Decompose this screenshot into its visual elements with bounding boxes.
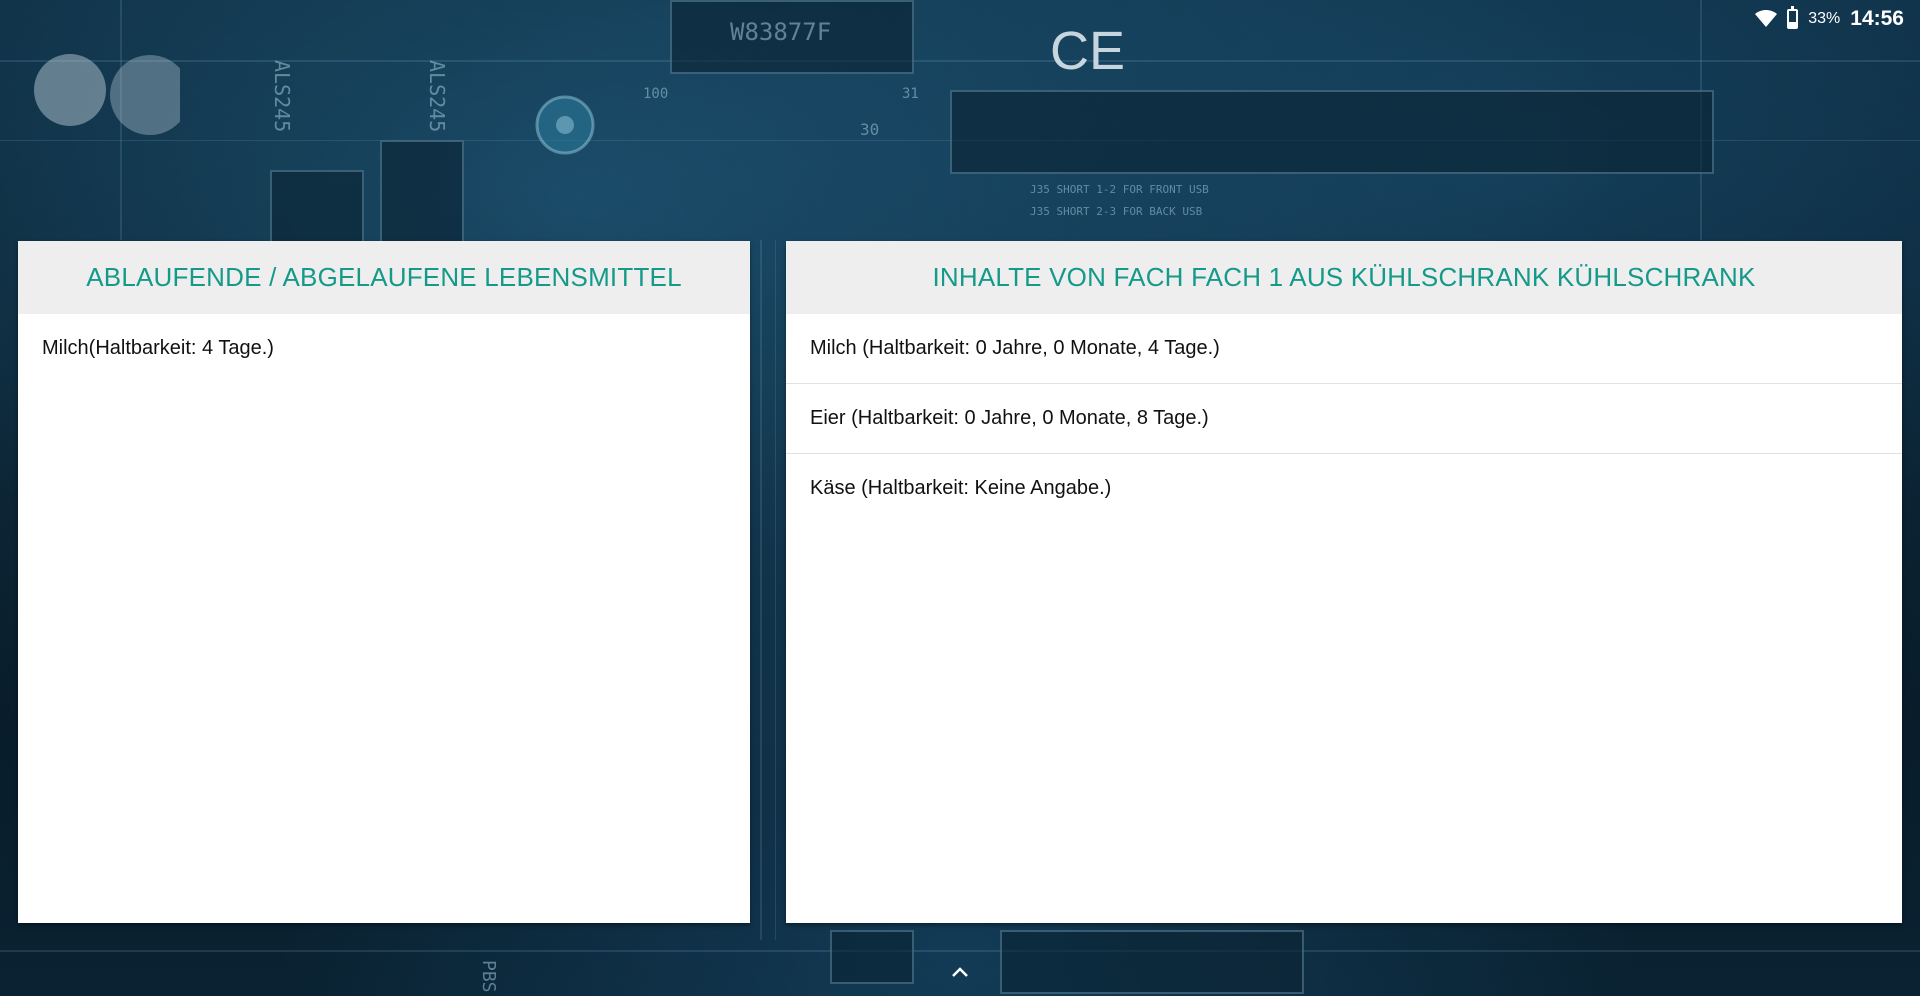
battery-percent: 33%	[1808, 10, 1841, 27]
board-text: PBS	[478, 960, 499, 993]
status-bar: 33% 14:56	[1755, 0, 1920, 38]
compartment-contents-list: Milch (Haltbarkeit: 0 Jahre, 0 Monate, 4…	[786, 314, 1902, 523]
list-item[interactable]: Käse (Haltbarkeit: Keine Angabe.)	[786, 454, 1902, 523]
chip-label: ALS245	[425, 60, 449, 133]
panel-title: ABLAUFENDE / ABGELAUFENE LEBENSMITTEL	[86, 262, 682, 292]
capacitor-graphic	[535, 95, 595, 155]
ce-mark: CE	[1050, 21, 1126, 81]
compartment-contents-panel: INHALTE VON FACH FACH 1 AUS KÜHLSCHRANK …	[786, 241, 1902, 923]
battery-level-fill	[1789, 21, 1797, 27]
capacitor-graphic	[34, 54, 180, 135]
expiring-foods-panel: ABLAUFENDE / ABGELAUFENE LEBENSMITTEL Mi…	[18, 241, 750, 923]
chip-label: ALS245	[270, 60, 294, 133]
board-text: J35 SHORT 2-3 FOR BACK USB	[1030, 205, 1203, 218]
list-item[interactable]: Milch (Haltbarkeit: 0 Jahre, 0 Monate, 4…	[786, 314, 1902, 384]
board-text: J35 SHORT 1-2 FOR FRONT USB	[1030, 183, 1209, 196]
chevron-up-icon[interactable]	[948, 960, 972, 984]
battery-icon	[1787, 6, 1799, 29]
expiring-foods-list: Milch(Haltbarkeit: 4 Tage.)	[18, 314, 750, 383]
list-item[interactable]: Milch(Haltbarkeit: 4 Tage.)	[18, 314, 750, 383]
board-text: 100	[643, 86, 669, 102]
clock: 14:56	[1850, 7, 1904, 30]
panel-header: INHALTE VON FACH FACH 1 AUS KÜHLSCHRANK …	[786, 241, 1902, 314]
list-item[interactable]: Eier (Haltbarkeit: 0 Jahre, 0 Monate, 8 …	[786, 384, 1902, 454]
panel-title: INHALTE VON FACH FACH 1 AUS KÜHLSCHRANK …	[932, 262, 1756, 292]
chip-label: W83877F	[730, 18, 832, 46]
board-text: 30	[860, 120, 880, 139]
wifi-icon	[1755, 9, 1778, 28]
panel-header: ABLAUFENDE / ABGELAUFENE LEBENSMITTEL	[18, 241, 750, 314]
board-text: 31	[902, 86, 919, 102]
